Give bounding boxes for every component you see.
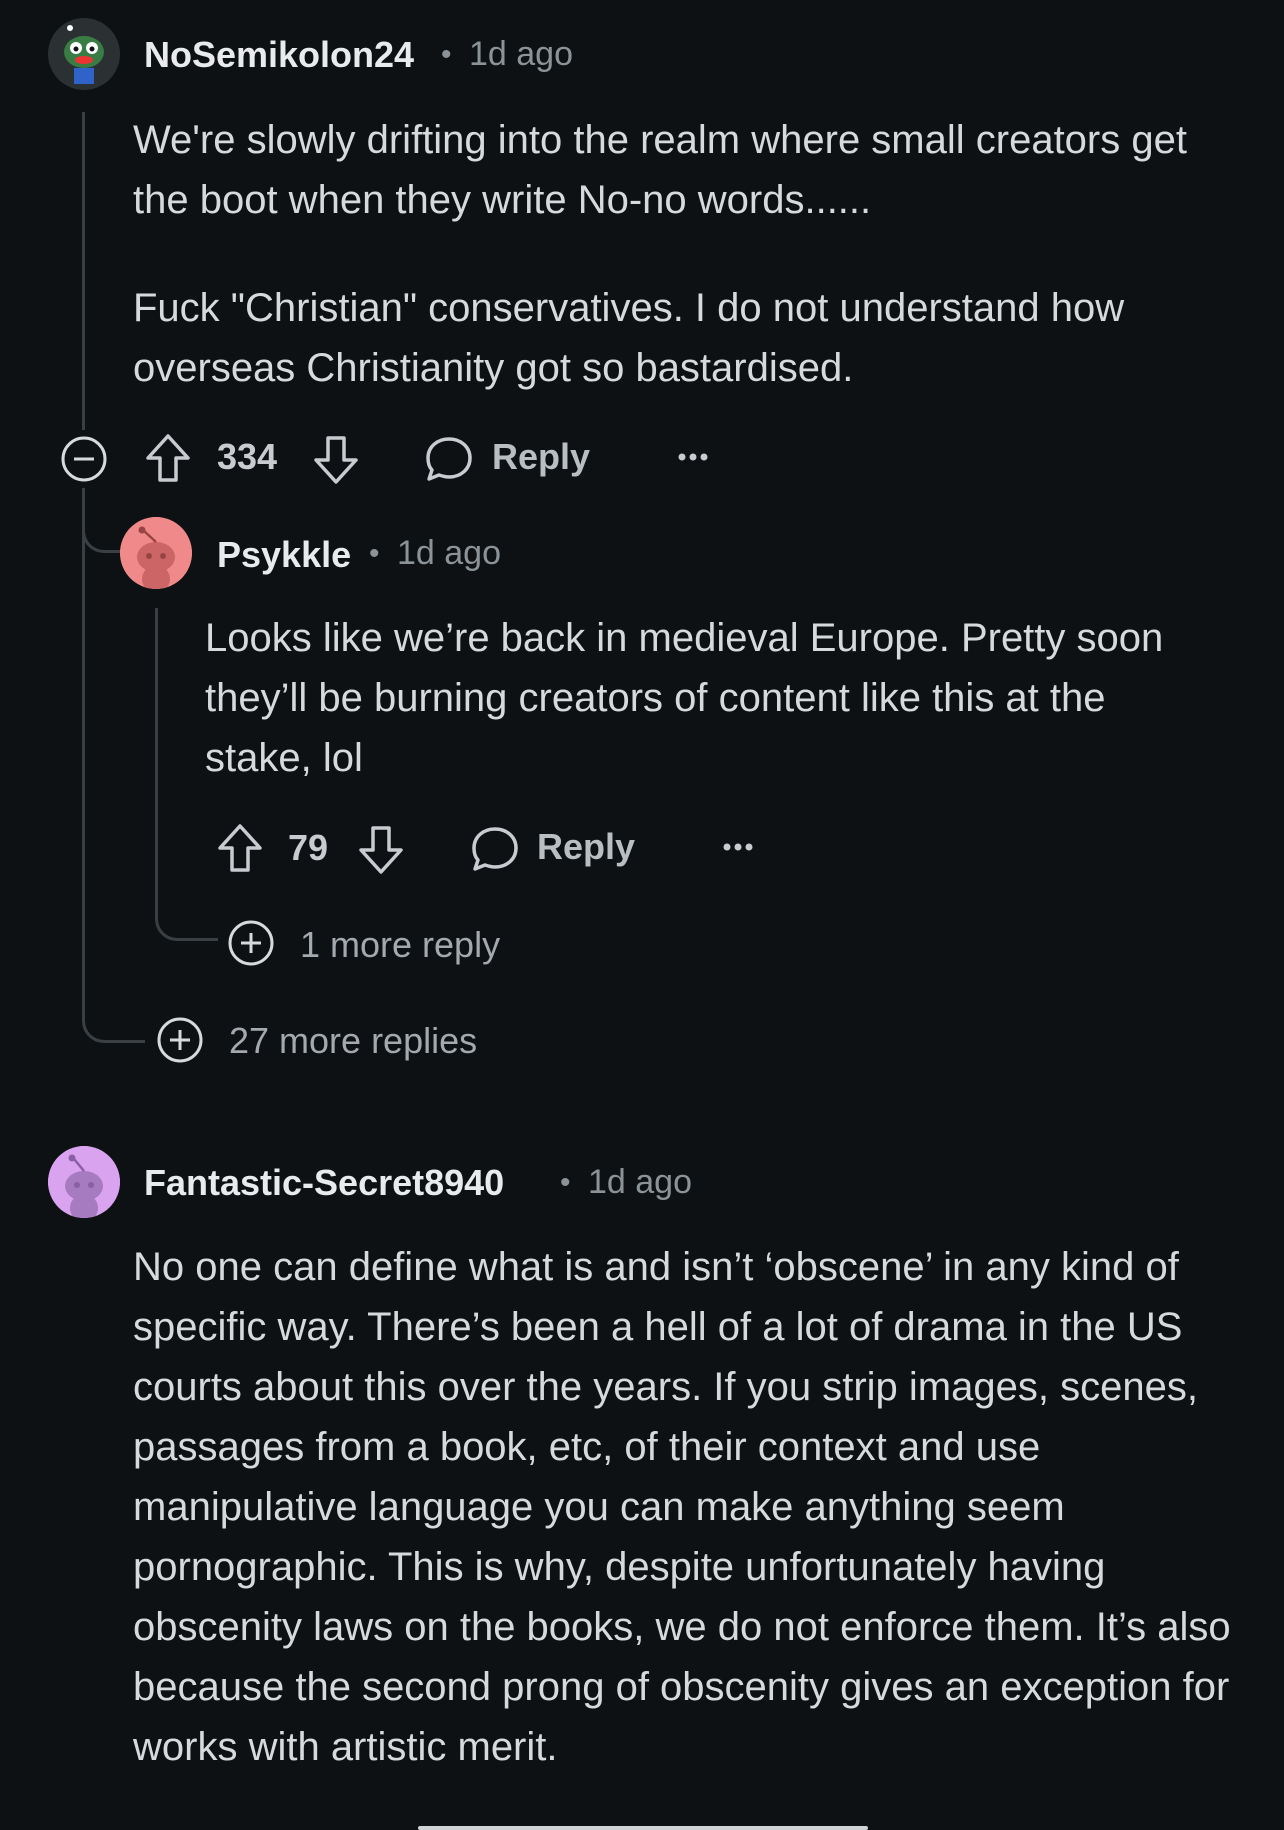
more-replies-link[interactable]: 27 more replies [229, 1020, 477, 1062]
separator-dot: • [560, 1166, 571, 1199]
snoo-avatar-icon [48, 1146, 120, 1218]
downvote-arrow-icon[interactable] [312, 434, 360, 486]
username[interactable]: Fantastic-Secret8940 [144, 1162, 504, 1204]
separator-dot: • [369, 537, 380, 570]
speech-bubble-icon[interactable] [424, 434, 474, 484]
upvote-arrow-icon[interactable] [144, 432, 192, 484]
home-indicator[interactable] [418, 1826, 868, 1830]
thread-connector [82, 985, 145, 1043]
comment-paragraph: We're slowly drifting into the realm whe… [133, 118, 1187, 222]
snoo-avatar-icon [120, 517, 192, 589]
more-replies-link[interactable]: 1 more reply [300, 924, 500, 966]
comment-body: We're slowly drifting into the realm whe… [133, 110, 1243, 398]
reply-button[interactable]: Reply [492, 436, 590, 478]
thread-line[interactable] [82, 112, 85, 430]
reply-button[interactable]: Reply [537, 826, 635, 868]
comment-paragraph: Fuck "Christian" conservatives. I do not… [133, 286, 1125, 390]
timestamp: 1d ago [469, 35, 573, 73]
comment-body: Looks like we’re back in medieval Europe… [205, 608, 1205, 788]
separator-dot: • [441, 38, 452, 71]
comment-paragraph: No one can define what is and isn’t ‘obs… [133, 1245, 1231, 1769]
ellipsis-icon[interactable] [676, 450, 710, 464]
avatar[interactable] [120, 517, 192, 589]
comment-body: No one can define what is and isn’t ‘obs… [133, 1237, 1253, 1777]
downvote-arrow-icon[interactable] [357, 824, 405, 876]
thread-line[interactable] [155, 608, 158, 908]
timestamp: 1d ago [397, 534, 501, 572]
vote-count: 334 [217, 436, 278, 477]
snoo-avatar-icon [48, 18, 120, 90]
thread-connector [82, 488, 123, 553]
ellipsis-icon[interactable] [721, 840, 755, 854]
avatar[interactable] [48, 1146, 120, 1218]
speech-bubble-icon[interactable] [470, 824, 520, 874]
minus-circle-icon[interactable] [59, 434, 109, 484]
vote-count: 79 [288, 827, 329, 868]
timestamp: 1d ago [588, 1163, 692, 1201]
comment-paragraph: Looks like we’re back in medieval Europe… [205, 616, 1164, 780]
plus-circle-icon[interactable] [226, 918, 276, 968]
thread-connector [155, 880, 218, 941]
username[interactable]: NoSemikolon24 [144, 34, 414, 76]
thread-line[interactable] [82, 488, 85, 1008]
upvote-arrow-icon[interactable] [216, 822, 264, 874]
avatar[interactable] [48, 18, 120, 90]
plus-circle-icon[interactable] [155, 1015, 205, 1065]
username[interactable]: Psykkle [217, 534, 351, 576]
